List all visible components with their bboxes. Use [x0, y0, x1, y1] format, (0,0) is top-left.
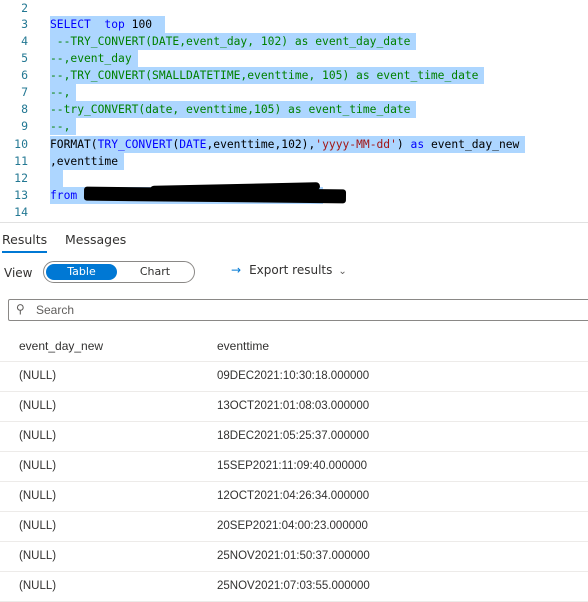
keyword-date: DATE [179, 138, 207, 151]
table-cell: (NULL) [19, 460, 57, 472]
line-number: 9 [21, 119, 28, 133]
export-results-label: Export results [249, 263, 333, 277]
table-cell: 18DEC2021:05:25:37.000000 [217, 430, 370, 442]
table-row[interactable]: (NULL) 12OCT2021:04:26:34.000000 [0, 482, 588, 512]
editor-line: 8 --try_CONVERT(date, eventtime,105) as … [0, 101, 588, 118]
chevron-down-icon: ⌄ [338, 266, 347, 277]
search-icon: ⚲ [16, 302, 25, 316]
table-row[interactable]: (NULL) 20SEP2021:04:00:23.000000 [0, 512, 588, 542]
line-number: 13 [14, 188, 28, 202]
table-cell: (NULL) [19, 520, 57, 532]
keyword-select: SELECT [50, 18, 91, 31]
function-try-convert: TRY_CONVERT [97, 138, 173, 151]
search-input[interactable] [34, 301, 338, 319]
tab-results[interactable]: Results [2, 232, 48, 253]
table-cell: 09DEC2021:10:30:18.000000 [217, 370, 370, 382]
code-text [50, 170, 63, 187]
sql-editor[interactable]: 2 3 SELECT top 100 4 --TRY_CONVERT(DATE,… [0, 0, 588, 222]
search-box[interactable]: ⚲ [8, 299, 588, 321]
table-cell: 15SEP2021:11:09:40.000000 [217, 460, 368, 472]
editor-line: 2 [0, 0, 588, 17]
code-text: --, [50, 118, 77, 135]
editor-line: 7 --, [0, 84, 588, 101]
editor-line: 9 --, [0, 118, 588, 135]
table-cell: 25NOV2021:01:50:37.000000 [217, 550, 370, 562]
code-paren: ) [396, 138, 411, 151]
table-view-option[interactable]: Table [46, 264, 117, 280]
editor-line: 11 ,eventtime [0, 153, 588, 170]
code-text: --TRY_CONVERT(DATE,event_day, 102) as ev… [50, 33, 417, 50]
line-number: 3 [21, 17, 28, 31]
string-literal: 'yyyy-MM-dd' [315, 138, 397, 151]
table-cell: (NULL) [19, 430, 57, 442]
editor-line: 3 SELECT top 100 [0, 16, 588, 33]
editor-line: 5 --,event_day [0, 50, 588, 67]
function-format: FORMAT( [50, 138, 98, 151]
line-number: 4 [21, 34, 28, 48]
editor-line: 10 FORMAT(TRY_CONVERT(DATE,eventtime,102… [0, 136, 588, 153]
results-tabs: Results Messages [0, 222, 588, 255]
line-number: 6 [21, 68, 28, 82]
column-alias: event_day_new [424, 138, 520, 151]
code-text: --, [50, 84, 77, 101]
code-number: 100 [131, 18, 153, 31]
keyword-top: top [104, 18, 125, 31]
keyword-as: as [410, 138, 425, 151]
export-results-button[interactable]: → Export results ⌄ [231, 263, 347, 277]
table-row[interactable]: (NULL) 25NOV2021:07:03:55.000000 [0, 572, 588, 602]
code-text: --,TRY_CONVERT(SMALLDATETIME,eventtime, … [50, 67, 485, 84]
line-number: 8 [21, 102, 28, 116]
results-grid: event_day_new eventtime (NULL) 09DEC2021… [0, 330, 588, 602]
table-cell: (NULL) [19, 400, 57, 412]
line-number: 7 [21, 85, 28, 99]
table-cell: 25NOV2021:07:03:55.000000 [217, 580, 370, 592]
line-number: 12 [14, 171, 28, 185]
table-row[interactable]: (NULL) 25NOV2021:01:50:37.000000 [0, 542, 588, 572]
view-label: View [4, 266, 33, 280]
tab-messages[interactable]: Messages [65, 232, 126, 247]
code-text: ,eventtime [50, 153, 125, 170]
code-text: --try_CONVERT(date, eventtime,105) as ev… [50, 101, 417, 118]
code-text: SELECT top 100 [50, 16, 165, 33]
table-cell: (NULL) [19, 370, 57, 382]
table-cell: 12OCT2021:04:26:34.000000 [217, 490, 370, 502]
keyword-from: from [50, 189, 78, 202]
table-cell: (NULL) [19, 490, 57, 502]
column-header-eventtime[interactable]: eventtime [217, 339, 269, 353]
code-text: --,event_day [50, 50, 138, 67]
code-text: FORMAT(TRY_CONVERT(DATE,eventtime,102),'… [50, 136, 526, 153]
table-cell: (NULL) [19, 550, 57, 562]
editor-line: 4 --TRY_CONVERT(DATE,event_day, 102) as … [0, 33, 588, 50]
table-row[interactable]: (NULL) 13OCT2021:01:08:03.000000 [0, 392, 588, 422]
column-header-event-day-new[interactable]: event_day_new [19, 339, 103, 353]
table-row[interactable]: (NULL) 18DEC2021:05:25:37.000000 [0, 422, 588, 452]
line-number: 14 [14, 205, 28, 219]
export-arrow-icon: → [231, 263, 242, 277]
line-number: 11 [14, 154, 28, 168]
line-number: 2 [21, 1, 28, 15]
table-cell: (NULL) [19, 580, 57, 592]
code-args: ,eventtime,102), [206, 138, 316, 151]
editor-line: 6 --,TRY_CONVERT(SMALLDATETIME,eventtime… [0, 67, 588, 84]
line-number: 10 [14, 137, 28, 151]
chart-view-option[interactable]: Chart [120, 264, 190, 280]
line-number: 5 [21, 51, 28, 65]
table-row[interactable]: (NULL) 15SEP2021:11:09:40.000000 [0, 452, 588, 482]
table-row[interactable]: (NULL) 09DEC2021:10:30:18.000000 [0, 362, 588, 392]
grid-header: event_day_new eventtime [0, 330, 588, 362]
view-toggle[interactable]: Table Chart [43, 261, 195, 283]
editor-line: 14 [0, 204, 588, 221]
table-cell: 20SEP2021:04:00:23.000000 [217, 520, 368, 532]
table-cell: 13OCT2021:01:08:03.000000 [217, 400, 370, 412]
